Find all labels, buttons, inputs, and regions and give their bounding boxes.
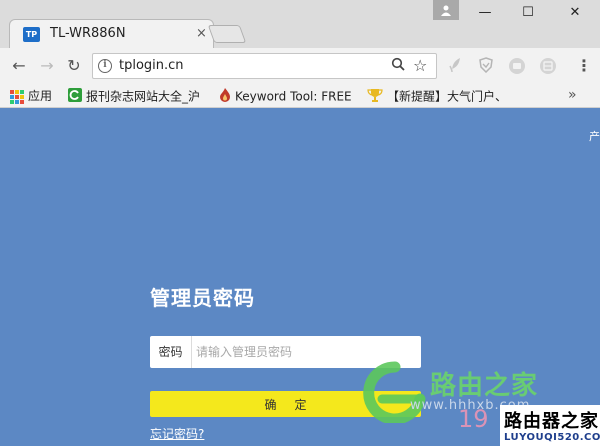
bookmark-label: 【新提醒】大气门户、 bbox=[387, 89, 503, 104]
address-bar[interactable]: i tplogin.cn ☆ bbox=[92, 53, 437, 79]
reload-button[interactable]: ↻ bbox=[64, 56, 84, 76]
minimize-button[interactable]: — bbox=[470, 2, 500, 24]
browser-tab[interactable]: TP TL-WR886N × bbox=[9, 19, 214, 48]
bookmark-star-icon[interactable]: ☆ bbox=[413, 56, 427, 75]
watermark-title: 路由之家 bbox=[430, 371, 539, 401]
refresh-green-icon bbox=[68, 88, 82, 104]
tab-title: TL-WR886N bbox=[50, 26, 126, 41]
tab-strip: TP TL-WR886N × — ☐ ✕ bbox=[0, 0, 600, 48]
watermark-stamp-url: LUYOUQI520.COM bbox=[504, 432, 600, 443]
extension-grid-icon[interactable] bbox=[539, 57, 557, 75]
watermark-stamp-title: 路由器之家 bbox=[504, 411, 599, 432]
watermark-stamp: 路由器之家 LUYOUQI520.COM bbox=[500, 405, 600, 446]
watermark-logo-icon bbox=[360, 359, 430, 426]
bookmark-label: Keyword Tool: FREE bbox=[235, 89, 352, 104]
new-tab-button[interactable] bbox=[207, 25, 247, 43]
bookmark-newspaper-sites[interactable]: 报刊杂志网站大全_沪 bbox=[68, 88, 208, 104]
extension-leaf-icon[interactable] bbox=[446, 57, 464, 75]
bookmark-label: 报刊杂志网站大全_沪 bbox=[86, 89, 201, 104]
bookmark-keyword-tool[interactable]: Keyword Tool: FREE bbox=[219, 88, 355, 104]
watermark-number: 19 bbox=[458, 405, 489, 433]
bookmark-new-reminder[interactable]: 【新提醒】大气门户、 bbox=[367, 88, 503, 104]
flame-icon bbox=[219, 88, 231, 104]
page-title: 管理员密码 bbox=[150, 286, 255, 310]
back-button[interactable]: ← bbox=[9, 56, 29, 76]
apps-grid-icon bbox=[10, 89, 24, 104]
trophy-icon bbox=[367, 88, 383, 104]
extension-shield-icon[interactable] bbox=[477, 57, 495, 75]
search-icon[interactable] bbox=[391, 57, 405, 75]
bookmarks-bar: 应用 报刊杂志网站大全_沪 Keyword Tool: FREE 【新提醒】大气… bbox=[0, 84, 600, 108]
forward-button[interactable]: → bbox=[37, 56, 57, 76]
info-icon[interactable]: i bbox=[98, 59, 112, 73]
password-label: 密码 bbox=[150, 336, 192, 368]
maximize-button[interactable]: ☐ bbox=[513, 2, 543, 24]
browser-toolbar: ← → ↻ i tplogin.cn ☆ ⋮ bbox=[0, 48, 600, 84]
corner-text[interactable]: 产 bbox=[589, 128, 600, 144]
close-window-button[interactable]: ✕ bbox=[560, 2, 590, 24]
browser-menu-icon[interactable]: ⋮ bbox=[576, 56, 592, 75]
bookmark-label: 应用 bbox=[28, 89, 53, 103]
bookmarks-overflow-icon[interactable]: » bbox=[568, 87, 577, 103]
bookmark-apps[interactable]: 应用 bbox=[10, 88, 52, 104]
forgot-password-link[interactable]: 忘记密码? bbox=[150, 425, 204, 442]
extension-round-icon[interactable] bbox=[508, 57, 526, 75]
profile-button[interactable] bbox=[433, 0, 459, 20]
tp-link-favicon-icon: TP bbox=[23, 27, 40, 42]
router-login-page: 产 管理员密码 密码 确定 忘记密码? 路由之家 www.hhhxb.com 1… bbox=[0, 109, 600, 446]
tab-close-icon[interactable]: × bbox=[196, 26, 207, 41]
profile-icon bbox=[441, 5, 451, 16]
url-text[interactable]: tplogin.cn bbox=[119, 58, 184, 73]
